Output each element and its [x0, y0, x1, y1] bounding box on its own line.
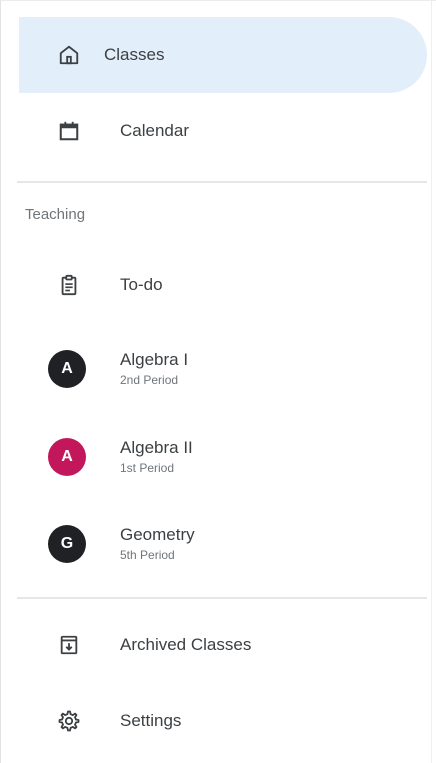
nav-label-archived-classes: Archived Classes	[120, 635, 252, 654]
nav-label-settings: Settings	[120, 711, 182, 730]
calendar-icon	[55, 117, 83, 145]
clipboard-icon	[55, 271, 83, 299]
gear-icon	[55, 707, 83, 735]
home-icon	[55, 41, 83, 69]
nav-item-todo[interactable]: To-do	[17, 247, 427, 323]
archive-icon	[55, 631, 83, 659]
class-text: Algebra I 2nd Period	[120, 350, 188, 388]
drawer-edge	[431, 1, 432, 763]
class-item-algebra-i[interactable]: A Algebra I 2nd Period	[17, 331, 427, 407]
class-period: 2nd Period	[120, 373, 179, 387]
divider	[17, 181, 427, 183]
class-item-geometry[interactable]: G Geometry 5th Period	[17, 506, 427, 582]
section-label-teaching: Teaching	[25, 206, 86, 223]
class-text: Algebra II 1st Period	[120, 438, 193, 476]
divider	[17, 597, 427, 599]
nav-item-calendar[interactable]: Calendar	[17, 93, 427, 169]
class-name: Geometry	[120, 525, 195, 544]
nav-label-classes: Classes	[104, 45, 165, 64]
class-item-algebra-ii[interactable]: A Algebra II 1st Period	[17, 419, 427, 495]
class-avatar: G	[48, 525, 86, 563]
navigation-drawer: Classes Calendar Teaching To-do A Algebr…	[0, 0, 436, 763]
class-name: Algebra I	[120, 350, 189, 369]
class-period: 5th Period	[120, 548, 175, 562]
nav-item-settings[interactable]: Settings	[17, 683, 427, 759]
class-avatar: A	[48, 350, 86, 388]
class-avatar: A	[48, 438, 86, 476]
nav-item-archived-classes[interactable]: Archived Classes	[17, 607, 427, 683]
class-period: 1st Period	[120, 461, 175, 475]
class-text: Geometry 5th Period	[120, 525, 195, 563]
class-name: Algebra II	[120, 438, 193, 457]
nav-label-todo: To-do	[120, 275, 163, 294]
nav-item-classes[interactable]: Classes	[19, 17, 427, 93]
nav-label-calendar: Calendar	[120, 121, 189, 140]
